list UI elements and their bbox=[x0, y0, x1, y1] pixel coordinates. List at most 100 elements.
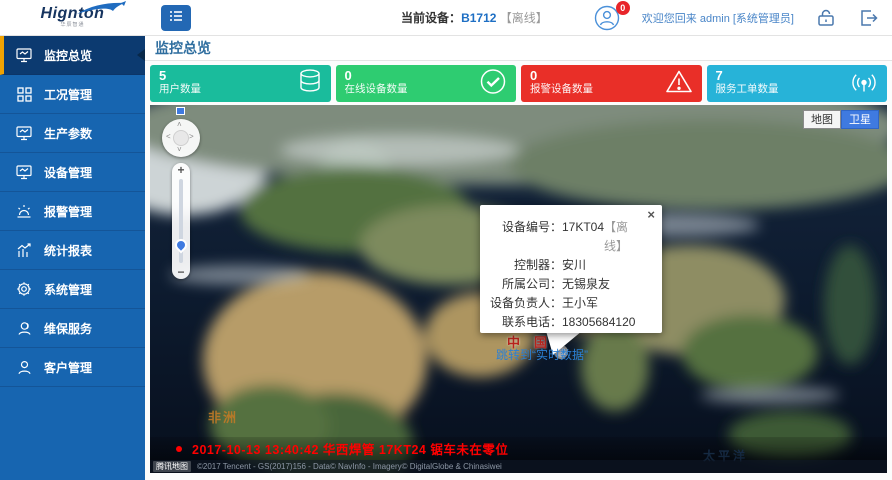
sidebar-item-label: 设备管理 bbox=[44, 164, 92, 181]
zoom-out-button[interactable]: − bbox=[177, 265, 184, 279]
map-pan-control[interactable]: ˄ ˅ < > bbox=[162, 119, 200, 157]
tencent-map-logo: 腾讯地图 bbox=[153, 461, 191, 472]
sidebar-item-statistics[interactable]: 统计报表 bbox=[0, 231, 145, 270]
pan-up-icon[interactable]: ˄ bbox=[177, 120, 182, 129]
pan-down-icon[interactable]: ˅ bbox=[177, 145, 182, 154]
map-overview-button[interactable] bbox=[176, 107, 185, 115]
user-icon bbox=[15, 360, 33, 375]
close-icon[interactable]: × bbox=[647, 209, 655, 221]
user-avatar-icon bbox=[594, 18, 620, 35]
params-screen-icon bbox=[15, 126, 33, 141]
sidebar-item-label: 客户管理 bbox=[44, 359, 92, 376]
zoom-slider-thumb[interactable] bbox=[173, 237, 190, 254]
lock-icon bbox=[816, 8, 836, 28]
logout-icon bbox=[858, 8, 878, 28]
page-title: 监控总览 bbox=[145, 36, 892, 61]
stat-card-users[interactable]: 5 用户数量 bbox=[150, 65, 331, 102]
popup-field-value: 17KT04 bbox=[562, 218, 604, 256]
pan-left-icon[interactable]: < bbox=[166, 132, 171, 141]
database-icon bbox=[298, 68, 322, 99]
ticker-dot-icon bbox=[176, 446, 182, 452]
lock-button[interactable] bbox=[816, 8, 836, 28]
zoom-in-button[interactable]: + bbox=[177, 163, 184, 177]
sidebar-item-alarm-mgmt[interactable]: 报警管理 bbox=[0, 192, 145, 231]
popup-field-value: 18305684120 bbox=[562, 313, 635, 332]
broadcast-icon bbox=[850, 67, 878, 100]
notification-badge: 0 bbox=[616, 1, 630, 15]
pan-right-icon[interactable]: > bbox=[189, 132, 194, 141]
sidebar-item-production-params[interactable]: 生产参数 bbox=[0, 114, 145, 153]
map-mode-button[interactable]: 地图 bbox=[803, 110, 841, 129]
device-screen-icon bbox=[15, 165, 33, 180]
map-label-africa: 非洲 bbox=[208, 407, 238, 426]
sidebar-item-work-condition[interactable]: 工况管理 bbox=[0, 75, 145, 114]
chart-icon bbox=[15, 243, 33, 258]
current-device-label: 当前设备： bbox=[401, 11, 461, 25]
alarm-ticker-text: 2017-10-13 13:40:42 华西焊管 17KT24 锯车未在零位 bbox=[192, 439, 508, 458]
sidebar-item-label: 报警管理 bbox=[44, 203, 92, 220]
popup-row: 设备负责人： 王小军 bbox=[486, 294, 652, 313]
popup-field-label: 设备负责人： bbox=[486, 294, 562, 313]
sidebar-item-label: 维保服务 bbox=[44, 320, 92, 337]
top-header: Hignton 华辰智通 当前设备：B1712 【离线】 0 bbox=[0, 0, 892, 36]
alarm-ticker: 2017-10-13 13:40:42 华西焊管 17KT24 锯车未在零位 bbox=[150, 437, 887, 460]
popup-row: 控制器： 安川 bbox=[486, 256, 652, 275]
sidebar-toggle-button[interactable] bbox=[161, 5, 191, 31]
active-arrow-icon bbox=[137, 49, 145, 61]
satellite-mode-button[interactable]: 卫星 bbox=[841, 110, 879, 129]
logo-subtext: 华辰智通 bbox=[60, 21, 84, 28]
logo-swoosh-icon bbox=[75, 1, 127, 20]
device-info-popup: × 设备编号： 17KT04 【离线】 控制器： 安川 所属公司： 无锡泉友 设… bbox=[480, 205, 662, 333]
popup-device-status: 【离线】 bbox=[604, 218, 652, 256]
popup-field-label: 所属公司： bbox=[486, 275, 562, 294]
attribution-text: ©2017 Tencent - GS(2017)156 - Data© NavI… bbox=[197, 462, 502, 471]
pan-center-icon[interactable] bbox=[173, 130, 189, 146]
popup-row: 联系电话： 18305684120 bbox=[486, 313, 652, 332]
sidebar-item-system-mgmt[interactable]: 系统管理 bbox=[0, 270, 145, 309]
welcome-prefix: 欢迎您回来 bbox=[642, 13, 697, 25]
sidebar: 监控总览 工况管理 生产参数 设备管理 bbox=[0, 36, 145, 480]
current-device: 当前设备：B1712 【离线】 bbox=[401, 9, 548, 26]
sidebar-item-device-mgmt[interactable]: 设备管理 bbox=[0, 153, 145, 192]
realtime-data-link[interactable]: 跳转到“实时数据” bbox=[496, 346, 588, 363]
check-circle-icon bbox=[479, 67, 507, 100]
stat-cards-row: 5 用户数量 0 在线设备数量 0 报警设备数量 bbox=[150, 65, 887, 102]
user-avatar-button[interactable]: 0 bbox=[594, 5, 620, 31]
sidebar-item-customer-mgmt[interactable]: 客户管理 bbox=[0, 348, 145, 387]
popup-field-label: 控制器： bbox=[486, 256, 562, 275]
sidebar-item-label: 工况管理 bbox=[44, 86, 92, 103]
gear-icon bbox=[15, 281, 33, 297]
brand-logo: Hignton 华辰智通 bbox=[0, 0, 145, 36]
sidebar-item-monitor-overview[interactable]: 监控总览 bbox=[0, 36, 145, 75]
stat-card-alarm-devices[interactable]: 0 报警设备数量 bbox=[521, 65, 702, 102]
world-map[interactable]: 地图 卫星 ˄ ˅ < > + − 中国 非洲 太平洋 × 设备 bbox=[150, 105, 887, 473]
alarm-icon bbox=[15, 204, 33, 219]
zoom-slider-track[interactable] bbox=[179, 179, 183, 263]
grid-icon bbox=[15, 87, 33, 102]
sidebar-item-maintenance[interactable]: 维保服务 bbox=[0, 309, 145, 348]
current-device-value: B1712 bbox=[461, 11, 496, 25]
welcome-text: 欢迎您回来 admin [系统管理员] bbox=[642, 10, 794, 26]
menu-list-icon bbox=[169, 10, 183, 25]
support-icon bbox=[15, 321, 33, 336]
stat-card-online-devices[interactable]: 0 在线设备数量 bbox=[336, 65, 517, 102]
map-type-switch: 地图 卫星 bbox=[803, 110, 879, 129]
popup-field-value: 安川 bbox=[562, 256, 586, 275]
main-content: 监控总览 5 用户数量 0 在线设备数量 0 bbox=[145, 36, 892, 480]
popup-row: 设备编号： 17KT04 【离线】 bbox=[486, 218, 652, 256]
map-zoom-control: + − bbox=[172, 163, 190, 279]
current-device-status: 【离线】 bbox=[500, 11, 548, 25]
warning-triangle-icon bbox=[665, 68, 693, 99]
sidebar-item-label: 监控总览 bbox=[44, 47, 92, 64]
sidebar-item-label: 生产参数 bbox=[44, 125, 92, 142]
logout-button[interactable] bbox=[858, 8, 878, 28]
popup-field-label: 联系电话： bbox=[486, 313, 562, 332]
sidebar-item-label: 系统管理 bbox=[44, 281, 92, 298]
stat-card-work-orders[interactable]: 7 服务工单数量 bbox=[707, 65, 888, 102]
popup-field-value: 无锡泉友 bbox=[562, 275, 610, 294]
sidebar-item-label: 统计报表 bbox=[44, 242, 92, 259]
popup-field-value: 王小军 bbox=[562, 294, 598, 313]
popup-row: 所属公司： 无锡泉友 bbox=[486, 275, 652, 294]
welcome-user: admin [系统管理员] bbox=[700, 13, 794, 25]
map-attribution: 腾讯地图 ©2017 Tencent - GS(2017)156 - Data©… bbox=[150, 460, 887, 473]
